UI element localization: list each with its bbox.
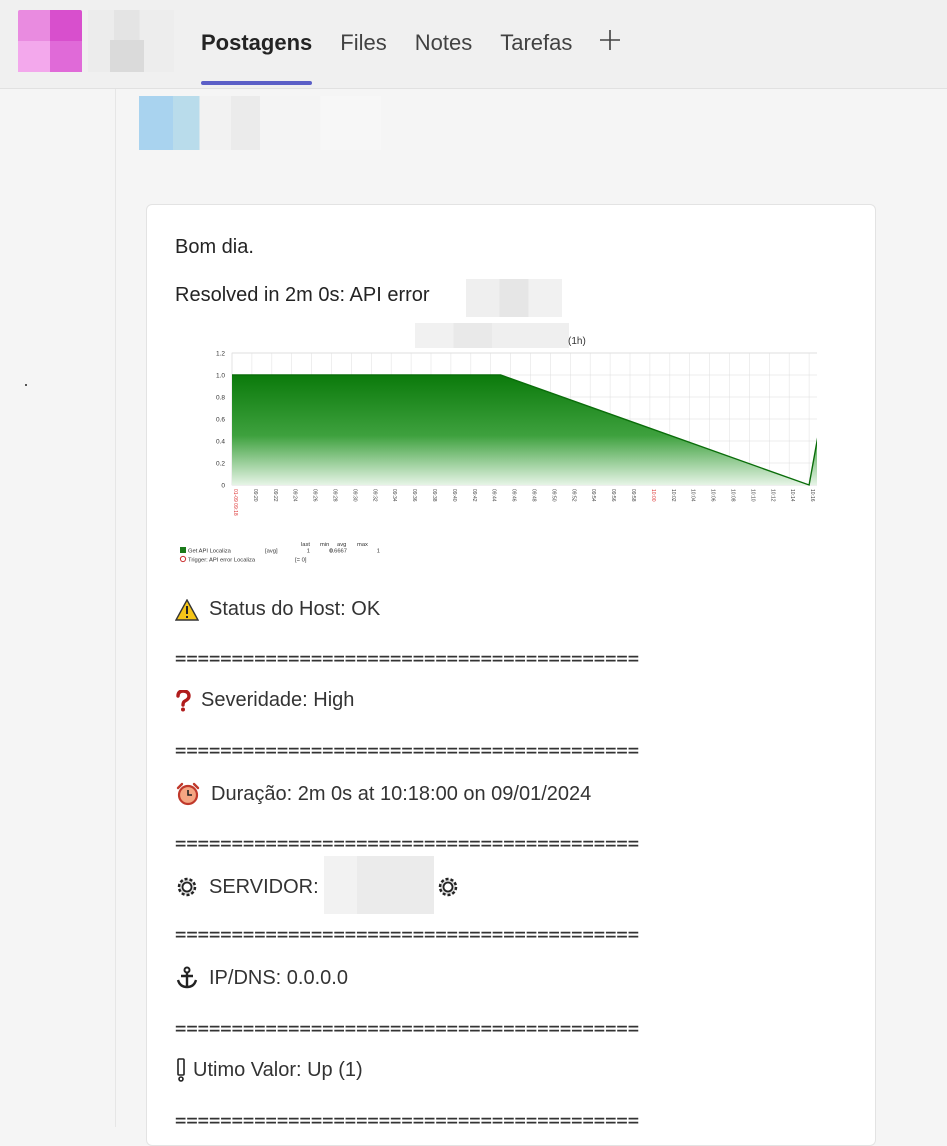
- severity-text: Severidade: High: [201, 689, 355, 711]
- separator: ========================================…: [175, 922, 640, 946]
- tab-postagens[interactable]: Postagens: [201, 29, 313, 85]
- legend-swatch: [180, 547, 186, 553]
- status-text: Status do Host: OK: [209, 598, 381, 620]
- x-tick-label: 09:30: [351, 489, 357, 502]
- x-tick-label: 10:10: [749, 489, 755, 502]
- legend-trigger-name: Trigger: API error Localiza: [188, 558, 256, 564]
- tab-files[interactable]: Files: [340, 29, 386, 57]
- ip-line: IP/DNS: 0.0.0.0: [175, 966, 348, 990]
- plus-icon[interactable]: [598, 28, 622, 57]
- y-tick-label: 0.4: [216, 439, 225, 446]
- exclamation-icon: [175, 1058, 187, 1082]
- alarm-clock-icon: [175, 782, 201, 806]
- message-card: Bom dia. Resolved in 2m 0s: API error (1…: [146, 204, 876, 1146]
- status-line: Status do Host: OK: [175, 598, 380, 621]
- legend-agg: [avg]: [265, 549, 278, 555]
- x-tick-label: 09:46: [511, 489, 517, 502]
- gear-icon: [436, 875, 460, 904]
- x-tick-label: 10:08: [730, 489, 736, 502]
- y-tick-label: 0: [221, 483, 225, 490]
- x-tick-label: 10:02: [670, 489, 676, 502]
- x-tick-label: 09:40: [451, 489, 457, 502]
- legend-header: max: [357, 542, 368, 548]
- redacted-block: [466, 279, 562, 317]
- x-tick-label: 10:14: [789, 489, 795, 502]
- x-tick-label: 09:32: [371, 489, 377, 502]
- legend-header: min: [320, 542, 329, 548]
- anchor-icon: [175, 966, 199, 990]
- channel-name-redacted: [88, 10, 174, 72]
- separator: ========================================…: [175, 738, 640, 762]
- x-tick-label: 10:06: [710, 489, 716, 502]
- resolved-text: Resolved in 2m 0s: API error: [175, 284, 430, 306]
- separator: ========================================…: [175, 831, 640, 855]
- duration-text: Duração: 2m 0s at 10:18:00 on 09/01/2024: [211, 782, 592, 805]
- rail-dot: [25, 384, 27, 386]
- x-tick-label: 10:00: [650, 489, 656, 502]
- legend-series-name: Get API Localiza: [188, 549, 232, 555]
- channel-tabs: Postagens Files Notes Tarefas: [201, 28, 622, 85]
- x-tick-label: 09:34: [391, 489, 397, 502]
- separator: ========================================…: [175, 1016, 640, 1040]
- x-tick-label: 09:52: [570, 489, 576, 502]
- y-tick-label: 0.8: [216, 395, 225, 402]
- x-tick-label: 09:48: [531, 489, 537, 502]
- x-tick-label: 09:56: [610, 489, 616, 502]
- y-tick-label: 1.0: [216, 373, 225, 380]
- tab-notes[interactable]: Notes: [415, 29, 472, 57]
- server-text: SERVIDOR:: [209, 875, 319, 898]
- x-tick-label: 09:26: [312, 489, 318, 502]
- x-tick-label: 09:38: [431, 489, 437, 502]
- duration-line: Duração: 2m 0s at 10:18:00 on 09/01/2024: [175, 782, 591, 806]
- legend-value: 1: [307, 549, 310, 555]
- y-tick-label: 0.2: [216, 461, 225, 468]
- x-tick-label: 09:54: [590, 489, 596, 502]
- team-avatar[interactable]: [18, 10, 82, 72]
- author-redacted: [139, 96, 381, 150]
- x-tick-label: 10:04: [690, 489, 696, 502]
- last-value-line: Utimo Valor: Up (1): [175, 1058, 363, 1082]
- x-tick-label: 09:36: [411, 489, 417, 502]
- x-tick-label: 09:50: [550, 489, 556, 502]
- x-tick-label: 09:20: [252, 489, 258, 502]
- legend-value: 0.6667: [329, 549, 347, 555]
- separator: ========================================…: [175, 1108, 640, 1132]
- last-value-text: Utimo Valor: Up (1): [193, 1058, 363, 1081]
- warning-icon: [175, 598, 199, 621]
- x-tick-label: 09:42: [471, 489, 477, 502]
- legend-value: 1: [377, 549, 380, 555]
- x-tick-label: 01-09 09:18: [232, 489, 238, 516]
- question-mark-icon: [175, 689, 191, 712]
- x-tick-label: 09:22: [272, 489, 278, 502]
- y-tick-label: 0.6: [216, 417, 225, 424]
- tab-tarefas[interactable]: Tarefas: [500, 29, 572, 57]
- x-tick-label: 09:24: [292, 489, 298, 502]
- x-tick-label: 09:28: [332, 489, 338, 502]
- greeting-text: Bom dia.: [175, 236, 254, 258]
- gear-icon: [175, 875, 199, 899]
- server-line: SERVIDOR:: [175, 875, 319, 899]
- x-tick-label: 10:12: [769, 489, 775, 502]
- legend-header: avg: [337, 542, 346, 548]
- legend-header: last: [301, 542, 310, 548]
- x-tick-label: 09:44: [491, 489, 497, 502]
- legend-trigger-cond: [= 0]: [295, 558, 307, 564]
- separator: ========================================…: [175, 646, 640, 670]
- ip-text: IP/DNS: 0.0.0.0: [209, 966, 348, 989]
- server-redacted: [324, 856, 434, 914]
- graph-image: 1.2 1.0 0.8 0.6 0.4 0.2 0 01-09 09:18 09:20 09:22…: [179, 351, 817, 564]
- x-tick-label: 09:58: [630, 489, 636, 502]
- severity-line: Severidade: High: [175, 689, 354, 712]
- channel-header: Postagens Files Notes Tarefas: [0, 0, 947, 89]
- y-tick-label: 1.2: [216, 351, 225, 358]
- x-tick-label: 10:16: [809, 489, 815, 502]
- left-rail: [0, 89, 116, 1127]
- legend-trigger-marker: [179, 555, 187, 563]
